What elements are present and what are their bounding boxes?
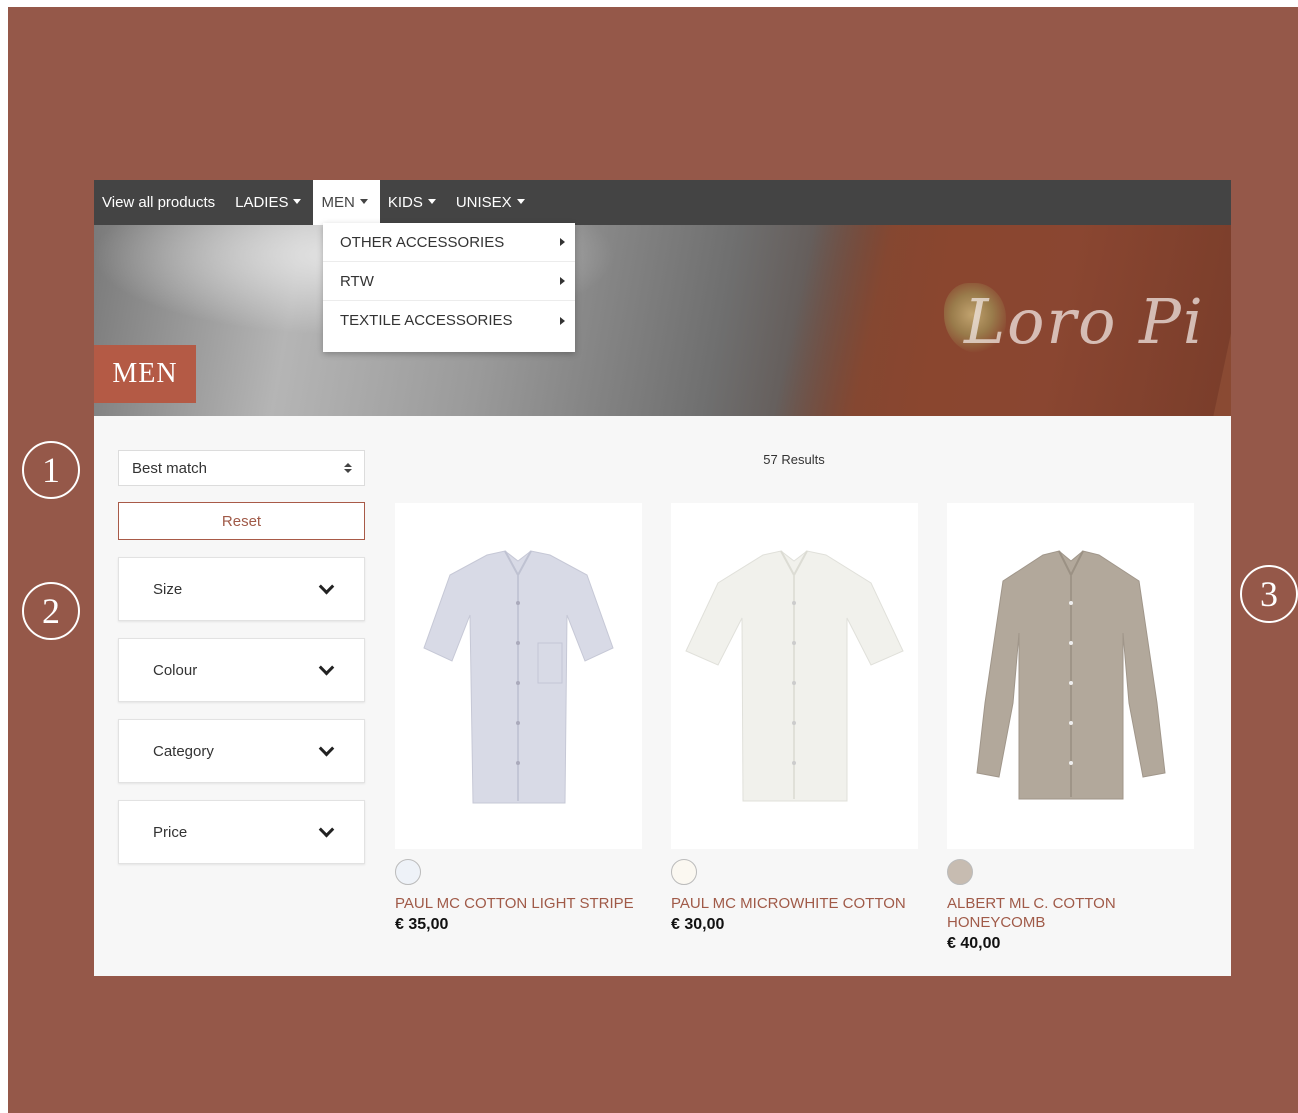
filter-colour[interactable]: Colour [118, 638, 365, 702]
annotation-marker-1: 1 [22, 441, 80, 499]
chevron-down-icon [318, 659, 335, 675]
nav-men[interactable]: MEN [313, 180, 380, 225]
filter-size[interactable]: Size [118, 557, 365, 621]
nav-ladies[interactable]: LADIES [227, 180, 313, 225]
product-card: ALBERT ML C. COTTON HONEYCOMB € 40,00 [947, 503, 1194, 953]
product-name[interactable]: PAUL MC MICROWHITE COTTON [671, 894, 918, 913]
menu-item-textile-accessories[interactable]: TEXTILE ACCESSORIES [323, 301, 575, 340]
filter-category[interactable]: Category [118, 719, 365, 783]
results-count: 57 Results [763, 452, 825, 467]
product-image[interactable] [395, 503, 642, 849]
sort-arrows-icon [344, 463, 352, 473]
chevron-down-icon [318, 740, 335, 756]
short-sleeve-shirt-icon [423, 550, 614, 804]
caret-down-icon [359, 199, 368, 204]
chevron-down-icon [318, 821, 335, 837]
nav-kids[interactable]: KIDS [380, 180, 448, 225]
men-dropdown-menu: OTHER ACCESSORIES RTW TEXTILE ACCESSORIE… [323, 223, 575, 352]
color-swatch[interactable] [395, 859, 421, 885]
product-name[interactable]: PAUL MC COTTON LIGHT STRIPE [395, 894, 642, 913]
filter-price[interactable]: Price [118, 800, 365, 864]
color-swatch[interactable] [671, 859, 697, 885]
product-price: € 40,00 [947, 935, 1001, 952]
caret-down-icon [427, 199, 436, 204]
menu-item-rtw[interactable]: RTW [323, 262, 575, 301]
caret-right-icon [560, 316, 565, 325]
caret-right-icon [560, 277, 565, 285]
caret-right-icon [560, 238, 565, 246]
brand-logo: Loro Pi [964, 285, 1205, 358]
hero-banner: Loro Pi MEN [94, 225, 1231, 416]
product-image[interactable] [671, 503, 918, 849]
annotation-marker-3: 3 [1240, 565, 1298, 623]
product-price: € 30,00 [671, 916, 725, 933]
main-nav: View all products LADIES MEN KIDS UNISEX [94, 180, 1231, 225]
shop-page: View all products LADIES MEN KIDS UNISEX… [94, 180, 1231, 976]
nav-view-all-products[interactable]: View all products [94, 180, 227, 225]
color-swatch[interactable] [947, 859, 973, 885]
sort-select[interactable]: Best match [118, 450, 365, 486]
annotation-marker-2: 2 [22, 582, 80, 640]
product-image[interactable] [947, 503, 1194, 849]
long-sleeve-shirt-icon [976, 550, 1166, 800]
chevron-down-icon [318, 578, 335, 594]
menu-item-other-accessories[interactable]: OTHER ACCESSORIES [323, 223, 575, 262]
caret-down-icon [293, 199, 302, 204]
reset-button[interactable]: Reset [118, 502, 365, 540]
short-sleeve-shirt-icon [685, 550, 904, 802]
caret-down-icon [516, 199, 525, 204]
product-price: € 35,00 [395, 916, 449, 933]
nav-unisex[interactable]: UNISEX [448, 180, 537, 225]
product-name[interactable]: ALBERT ML C. COTTON HONEYCOMB [947, 894, 1194, 932]
product-card: PAUL MC COTTON LIGHT STRIPE € 35,00 [395, 503, 642, 934]
category-title: MEN [94, 345, 196, 403]
product-card: PAUL MC MICROWHITE COTTON € 30,00 [671, 503, 918, 934]
